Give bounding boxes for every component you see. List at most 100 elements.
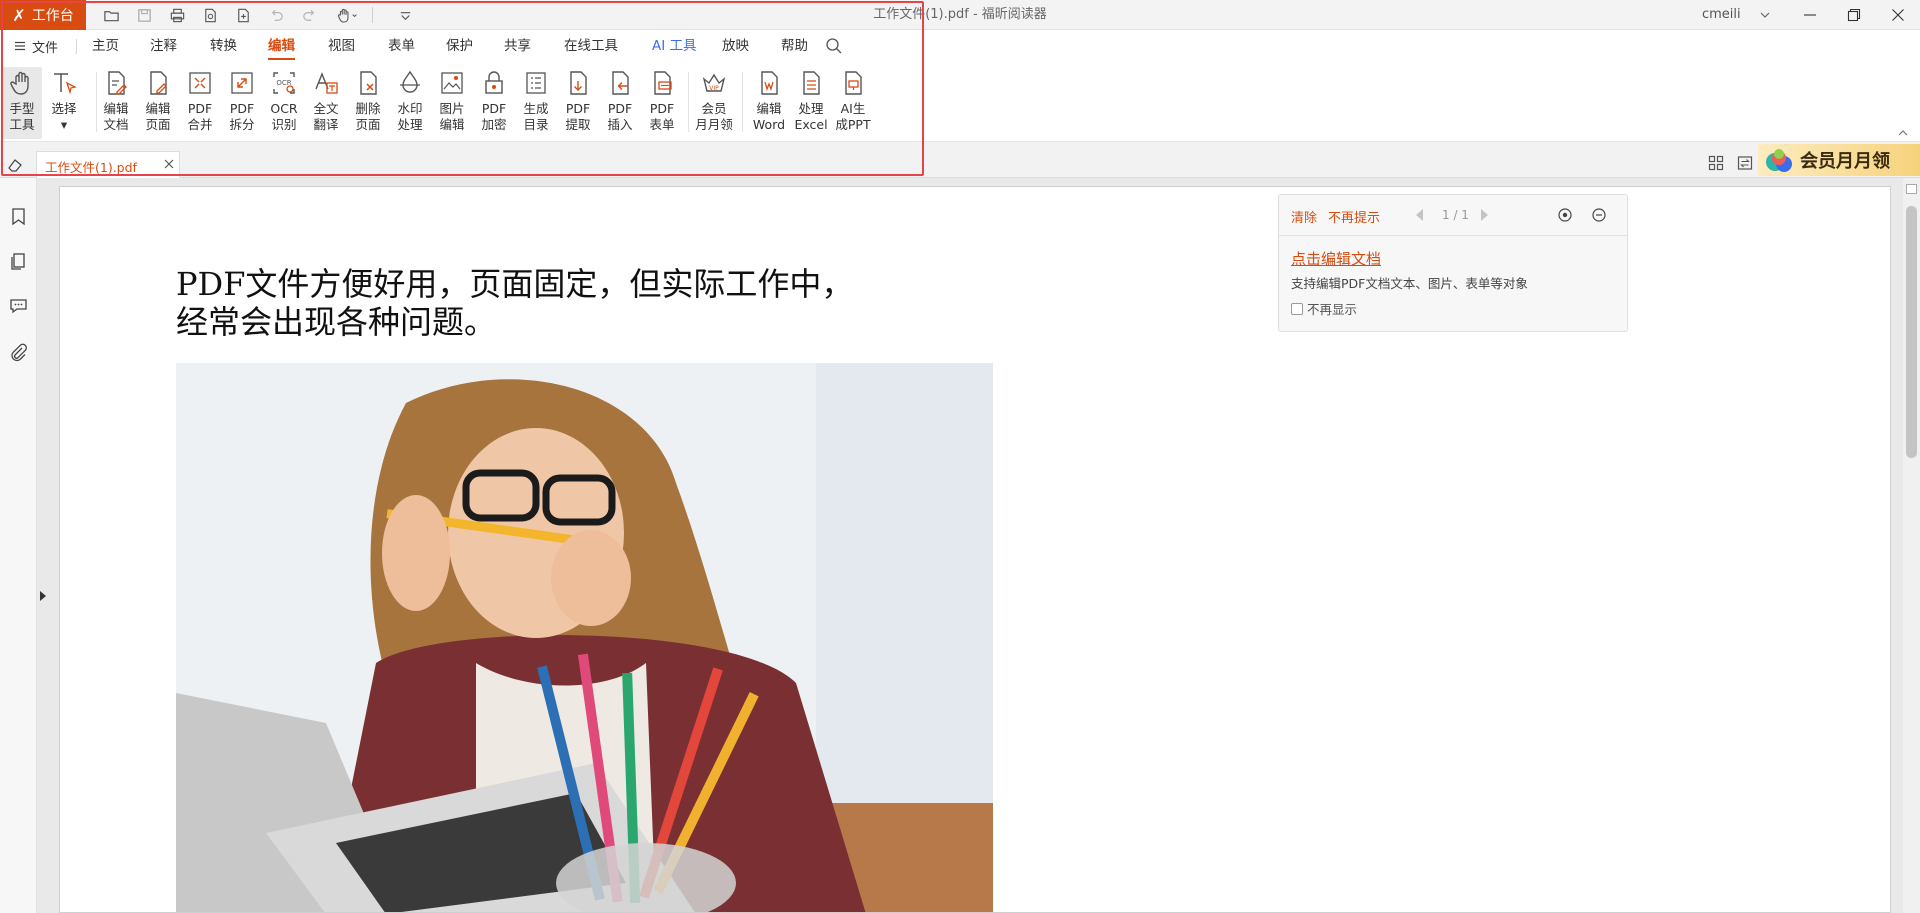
redo-icon[interactable] [296,4,322,26]
clear-button[interactable]: 清除 [1291,207,1317,226]
ribbon-button-ai-ppt[interactable]: AI生 成PPT [833,67,873,139]
foxit-logo-icon: ✗ [12,5,26,25]
minimize-button[interactable] [1788,0,1832,30]
tab-7[interactable]: 共享 [504,30,531,62]
ribbon-label-line2: Excel [794,117,828,132]
attachment-icon[interactable] [8,342,29,363]
ribbon-label-line1: 会员 [701,101,727,116]
ribbon-label-line2: 处理 [397,117,423,132]
tab-3[interactable]: 编辑 [268,30,295,62]
edit-document-link[interactable]: 点击编辑文档 [1291,248,1381,269]
bookmark-icon[interactable] [8,206,29,227]
ribbon-label-line2: 合并 [187,117,213,132]
ribbon-label-line2: 识别 [271,117,297,132]
ribbon-button-select-text[interactable]: 选择 ▾ [44,67,84,139]
ribbon-label-line1: 水印 [397,101,423,116]
ribbon-button-excel[interactable]: 处理 Excel [791,67,831,139]
ribbon-button-pdf-form[interactable]: PDF 表单 [642,67,682,139]
tab-11[interactable]: 帮助 [781,30,808,62]
ribbon-button-toc[interactable]: 生成 目录 [516,67,556,139]
restore-button[interactable] [1832,0,1876,30]
close-window-button[interactable] [1876,0,1920,30]
ribbon-button-edit-document[interactable]: 编辑 文档 [96,67,136,139]
tab-9[interactable]: AI 工具 [652,30,697,62]
tab-5[interactable]: 表单 [388,30,415,62]
minimize-panel-icon[interactable] [1591,207,1607,223]
ribbon-button-pdf-split[interactable]: PDF 拆分 [222,67,262,139]
page-thumbnails-icon[interactable] [8,251,29,272]
next-arrow-icon[interactable] [1478,208,1490,222]
grid-view-icon[interactable] [1707,154,1725,172]
ribbon-label-line2: 翻译 [313,117,339,132]
collapse-ribbon-icon[interactable] [1896,126,1910,140]
print-preview-icon[interactable] [197,4,223,26]
ribbon-label-line1: PDF [229,101,255,116]
ribbon-label-line2: 拆分 [229,117,255,132]
tab-0[interactable]: 主页 [92,30,119,62]
customize-quick-access-icon[interactable] [392,4,418,26]
tab-1[interactable]: 注释 [150,30,177,62]
ribbon-label-line2: 加密 [481,117,507,132]
save-icon[interactable] [131,4,157,26]
open-folder-icon[interactable] [98,4,124,26]
tab-6[interactable]: 保护 [446,30,473,62]
ribbon-button-edit-page[interactable]: 编辑 页面 [138,67,178,139]
ribbon-button-delete-page[interactable]: 删除 页面 [348,67,388,139]
workbench-button[interactable]: ✗ 工作台 [0,0,86,30]
ribbon-button-edit-word[interactable]: 编辑 Word [749,67,789,139]
tab-8[interactable]: 在线工具 [564,30,618,62]
ribbon-button-hand[interactable]: 手型 工具 [2,67,42,139]
ribbon-button-image-edit[interactable]: 图片 编辑 [432,67,472,139]
document-view[interactable]: PDF文件方便好用，页面固定，但实际工作中， 经常会出现各种问题。 清除 不再提… [37,178,1903,913]
svg-text:VIP: VIP [709,85,719,92]
comments-icon[interactable] [8,295,29,316]
chevron-down-icon[interactable] [1757,7,1773,23]
ribbon-button-watermark[interactable]: 水印 处理 [390,67,430,139]
vertical-scrollbar[interactable] [1903,178,1920,913]
dont-show-again-checkbox[interactable]: 不再显示 [1291,299,1357,318]
ribbon-button-vip[interactable]: VIP 会员 月月领 [694,67,734,139]
pdf-page[interactable]: PDF文件方便好用，页面固定，但实际工作中， 经常会出现各种问题。 清除 不再提… [59,186,1891,913]
locate-icon[interactable] [1557,207,1573,223]
undo-icon[interactable] [263,4,289,26]
tab-2[interactable]: 转换 [210,30,237,62]
close-icon [1892,9,1904,21]
ribbon-button-pdf-insert[interactable]: PDF 插入 [600,67,640,139]
woman-with-laptop-image [176,363,993,912]
pdf-insert-icon [612,71,629,95]
ribbon-label-line1: OCR [270,101,298,116]
ribbon-button-pdf-extract[interactable]: PDF 提取 [558,67,598,139]
ribbon-button-translate[interactable]: 全文 翻译 [306,67,346,139]
eraser-icon[interactable] [6,156,24,174]
hand-icon [10,71,29,95]
scroll-up-arrow-icon[interactable] [1906,184,1917,194]
no-prompt-button[interactable]: 不再提示 [1328,207,1380,226]
hand-tool-dropdown-icon[interactable] [330,4,364,26]
user-name[interactable]: cmeili [1702,0,1741,30]
expand-panel-arrow-icon[interactable] [37,587,49,605]
print-icon[interactable] [164,4,190,26]
ribbon-button-pdf-encrypt[interactable]: PDF 加密 [474,67,514,139]
close-tab-icon[interactable] [163,158,175,170]
ribbon-label-line2: 目录 [523,117,549,132]
vip-banner[interactable]: 会员月月领 [1758,144,1920,176]
document-photo[interactable] [176,363,993,912]
menu-bar: 文件 主页 注释 转换 编辑 视图 表单 保护 共享 在线工具 AI 工具 放映 帮助 [0,30,1920,62]
switch-view-icon[interactable] [1736,154,1754,172]
new-document-icon[interactable] [230,4,256,26]
previous-arrow-icon[interactable] [1414,208,1426,222]
search-icon[interactable] [825,37,843,55]
scrollbar-thumb[interactable] [1906,206,1917,458]
ribbon-button-ocr[interactable]: OCR OCR 识别 [264,67,304,139]
ribbon-label-line2: 文档 [103,117,129,132]
tab-4[interactable]: 视图 [328,30,355,62]
file-menu[interactable]: 文件 [14,30,58,62]
ribbon-label-line2: 成PPT [835,117,871,132]
ribbon-label-line2: 表单 [649,117,675,132]
document-tab[interactable]: 工作文件(1).pdf [36,151,180,178]
ribbon-label-line2: 插入 [607,117,633,132]
checkbox-box[interactable] [1291,302,1303,315]
ribbon-label-line1: PDF [187,101,213,116]
ribbon-button-pdf-merge[interactable]: PDF 合并 [180,67,220,139]
tab-10[interactable]: 放映 [722,30,749,62]
